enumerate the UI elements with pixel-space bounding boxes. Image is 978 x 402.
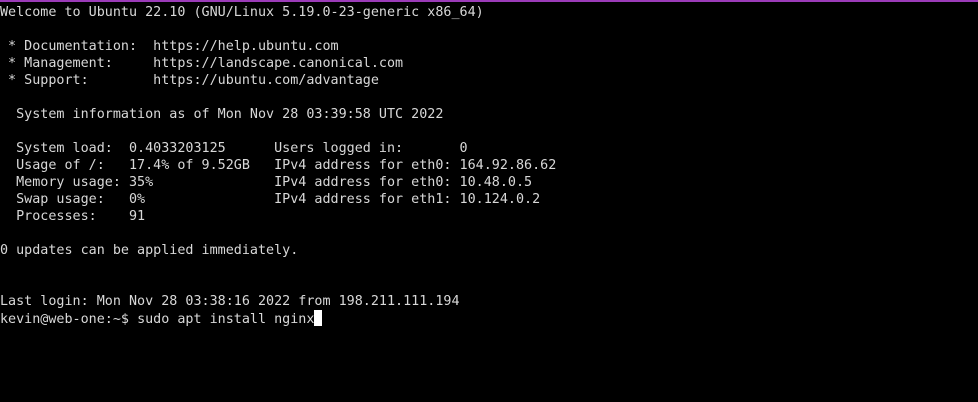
stats-line: Processes: 91	[0, 209, 146, 224]
updates-line: 0 updates can be applied immediately.	[0, 243, 299, 258]
system-info-header: System information as of Mon Nov 28 03:3…	[0, 107, 444, 122]
management-line: * Management: https://landscape.canonica…	[0, 56, 404, 71]
stats-line: Memory usage: 35% IPv4 address for eth0:…	[0, 175, 533, 190]
command-input[interactable]: sudo apt install nginx	[137, 312, 314, 327]
text-cursor	[314, 310, 323, 326]
stats-line: System load: 0.4033203125 Users logged i…	[0, 141, 468, 156]
terminal-window[interactable]: Welcome to Ubuntu 22.10 (GNU/Linux 5.19.…	[0, 0, 978, 402]
support-line: * Support: https://ubuntu.com/advantage	[0, 73, 379, 88]
stats-line: Usage of /: 17.4% of 9.52GB IPv4 address…	[0, 158, 557, 173]
documentation-line: * Documentation: https://help.ubuntu.com	[0, 39, 339, 54]
command-line[interactable]: kevin@web-one:~$ sudo apt install nginx	[0, 310, 323, 327]
welcome-line: Welcome to Ubuntu 22.10 (GNU/Linux 5.19.…	[0, 5, 484, 20]
shell-prompt: kevin@web-one:~$	[0, 312, 138, 327]
stats-line: Swap usage: 0% IPv4 address for eth1: 10…	[0, 192, 541, 207]
last-login-line: Last login: Mon Nov 28 03:38:16 2022 fro…	[0, 294, 460, 309]
